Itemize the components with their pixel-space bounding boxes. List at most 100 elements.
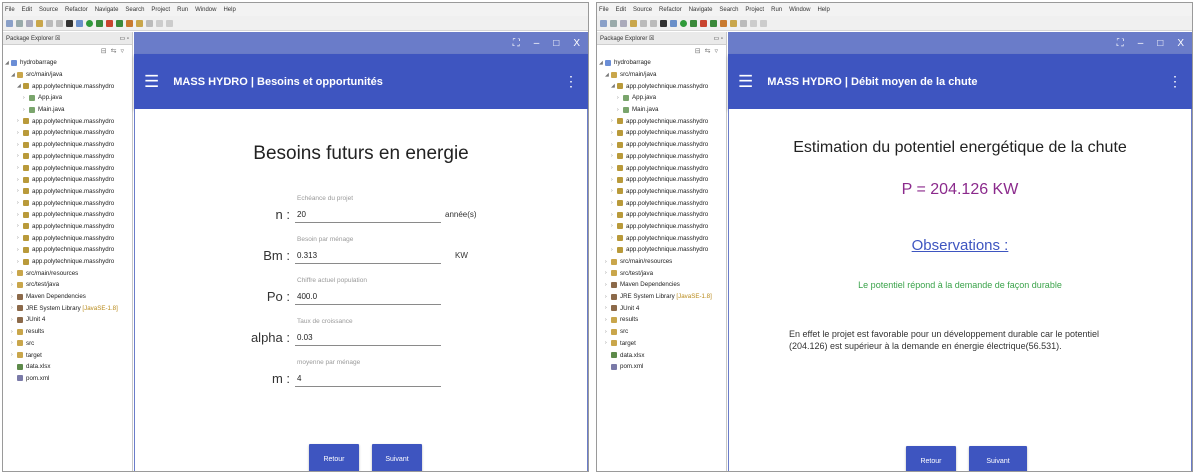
tree-item-subpackage[interactable]: › app.polytechnique.masshydro <box>3 139 132 151</box>
tree-item-subpackage[interactable]: › app.polytechnique.masshydro <box>3 151 132 163</box>
tree-item-app-java[interactable]: › App.java <box>3 92 132 104</box>
tree-item-src[interactable]: › src <box>597 326 726 338</box>
back-button[interactable]: Retour <box>309 444 359 471</box>
alpha-input[interactable]: 0.03 <box>297 333 313 342</box>
debug-icon[interactable] <box>66 19 73 27</box>
tree-item-subpackage[interactable]: › app.polytechnique.masshydro <box>3 115 132 127</box>
tree-item-subpackage[interactable]: › app.polytechnique.masshydro <box>3 221 132 233</box>
close-icon[interactable]: X <box>1177 38 1184 49</box>
new-icon[interactable] <box>600 19 607 27</box>
tree-item-main-java[interactable]: › Main.java <box>3 104 132 116</box>
toolbar-icon[interactable] <box>46 19 53 27</box>
tree-item-src-test[interactable]: › src/test/java <box>597 267 726 279</box>
minimize-icon[interactable]: – <box>1138 38 1144 49</box>
menu-edit[interactable]: Edit <box>616 7 626 13</box>
menu-source[interactable]: Source <box>633 7 652 13</box>
tree-item-junit[interactable]: › JUnit 4 <box>3 314 132 326</box>
toolbar-icon[interactable] <box>56 19 63 27</box>
package-explorer-tab[interactable]: Package Explorer ☒ ▭ ▫ <box>3 32 132 45</box>
run-icon[interactable] <box>680 19 687 27</box>
save-icon[interactable] <box>610 19 617 27</box>
back-button[interactable]: Retour <box>906 446 956 471</box>
tree-item-maven[interactable]: › Maven Dependencies <box>3 291 132 303</box>
tree-item-resources[interactable]: › src/main/resources <box>3 267 132 279</box>
tree-item-subpackage[interactable]: › app.polytechnique.masshydro <box>597 162 726 174</box>
external-tools-icon[interactable] <box>700 19 707 27</box>
new-class-icon[interactable] <box>710 19 717 27</box>
collapse-all-icon[interactable]: ⊟ <box>695 47 701 55</box>
toolbar-icon[interactable] <box>126 19 133 27</box>
back-icon[interactable] <box>750 19 757 27</box>
hamburger-menu-icon[interactable]: ☰ <box>144 72 159 92</box>
back-icon[interactable] <box>156 19 163 27</box>
po-input[interactable]: 400.0 <box>297 292 317 301</box>
menu-window[interactable]: Window <box>789 7 810 13</box>
next-button[interactable]: Suivant <box>969 446 1027 471</box>
link-editor-icon[interactable]: ⇆ <box>705 47 711 55</box>
tree-item-target[interactable]: › target <box>3 349 132 361</box>
tree-item-target[interactable]: › target <box>597 338 726 350</box>
tree-item-subpackage[interactable]: › app.polytechnique.masshydro <box>3 232 132 244</box>
tree-item-resources[interactable]: › src/main/resources <box>597 256 726 268</box>
toolbar-icon[interactable] <box>146 19 153 27</box>
print-icon[interactable] <box>620 19 627 27</box>
menu-window[interactable]: Window <box>195 7 216 13</box>
close-icon[interactable]: X <box>573 38 580 49</box>
menu-file[interactable]: File <box>5 7 15 13</box>
toolbar-icon[interactable] <box>650 19 657 27</box>
minimize-icon[interactable]: – <box>534 38 540 49</box>
tree-item-pom[interactable]: pom.xml <box>3 373 132 385</box>
tree-item-app-java[interactable]: › App.java <box>597 92 726 104</box>
tree-item-junit[interactable]: › JUnit 4 <box>597 302 726 314</box>
menu-file[interactable]: File <box>599 7 609 13</box>
menu-run[interactable]: Run <box>177 7 188 13</box>
tree-item-jre[interactable]: › JRE System Library [JavaSE-1.8] <box>3 302 132 314</box>
tree-item-subpackage[interactable]: › app.polytechnique.masshydro <box>597 197 726 209</box>
save-icon[interactable] <box>16 19 23 27</box>
run-menu-icon[interactable] <box>690 19 697 27</box>
tree-item-data-xlsx[interactable]: data.xlsx <box>3 361 132 373</box>
menu-project[interactable]: Project <box>745 7 764 13</box>
tree-item-subpackage[interactable]: › app.polytechnique.masshydro <box>3 174 132 186</box>
view-menu-icon[interactable]: ▿ <box>714 47 718 55</box>
tree-item-pom[interactable]: pom.xml <box>597 361 726 373</box>
overflow-menu-icon[interactable]: ⋮ <box>1168 73 1182 90</box>
toolbar-icon[interactable] <box>76 19 83 27</box>
tree-item-src-main[interactable]: ◢ src/main/java <box>597 69 726 81</box>
menu-help[interactable]: Help <box>817 7 829 13</box>
tree-item-subpackage[interactable]: › app.polytechnique.masshydro <box>3 127 132 139</box>
new-icon[interactable] <box>6 19 13 27</box>
tree-item-jre[interactable]: › JRE System Library [JavaSE-1.8] <box>597 291 726 303</box>
external-tools-icon[interactable] <box>106 19 113 27</box>
toolbar-icon[interactable] <box>136 19 143 27</box>
maximize-icon[interactable]: □ <box>553 38 559 49</box>
toolbar-icon[interactable] <box>740 19 747 27</box>
view-menu-icon[interactable]: ▿ <box>120 47 124 55</box>
new-class-icon[interactable] <box>116 19 123 27</box>
fullscreen-icon[interactable]: ⛶ <box>513 38 520 49</box>
menu-navigate[interactable]: Navigate <box>689 7 713 13</box>
print-icon[interactable] <box>26 19 33 27</box>
tree-item-subpackage[interactable]: › app.polytechnique.masshydro <box>597 221 726 233</box>
tree-item-subpackage[interactable]: › app.polytechnique.masshydro <box>3 209 132 221</box>
tree-item-subpackage[interactable]: › app.polytechnique.masshydro <box>3 256 132 268</box>
tree-item-src[interactable]: › src <box>3 338 132 350</box>
tree-item-subpackage[interactable]: › app.polytechnique.masshydro <box>597 186 726 198</box>
maximize-icon[interactable]: □ <box>1157 38 1163 49</box>
tree-item-subpackage[interactable]: › app.polytechnique.masshydro <box>597 174 726 186</box>
m-input[interactable]: 4 <box>297 374 301 383</box>
fullscreen-icon[interactable]: ⛶ <box>1117 38 1124 49</box>
run-icon[interactable] <box>86 19 93 27</box>
collapse-all-icon[interactable]: ⊟ <box>101 47 107 55</box>
debug-icon[interactable] <box>660 19 667 27</box>
tree-item-subpackage[interactable]: › app.polytechnique.masshydro <box>597 139 726 151</box>
tree-item-project[interactable]: ◢ hydrobarrage <box>3 57 132 69</box>
menu-navigate[interactable]: Navigate <box>95 7 119 13</box>
tree-item-subpackage[interactable]: › app.polytechnique.masshydro <box>3 162 132 174</box>
menu-source[interactable]: Source <box>39 7 58 13</box>
overflow-menu-icon[interactable]: ⋮ <box>564 73 578 90</box>
menu-refactor[interactable]: Refactor <box>65 7 88 13</box>
menu-run[interactable]: Run <box>771 7 782 13</box>
menu-search[interactable]: Search <box>125 7 144 13</box>
tree-item-data-xlsx[interactable]: data.xlsx <box>597 349 726 361</box>
